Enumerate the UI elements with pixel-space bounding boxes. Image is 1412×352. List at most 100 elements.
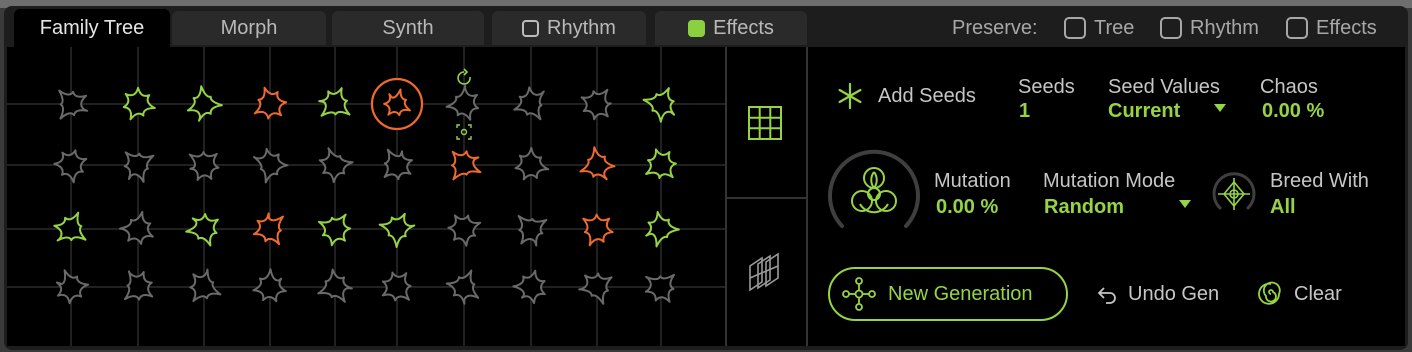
family-tree-grid[interactable] [7,47,725,346]
tab-label: Family Tree [39,16,145,39]
creature-shape [122,86,156,121]
spiral-icon [1258,281,1281,305]
tree-node-gray[interactable] [124,270,154,301]
tree-node-gray[interactable] [119,211,154,245]
tree-node-green[interactable] [122,86,156,121]
chevron-down-icon[interactable] [1178,199,1192,209]
creature-shape [318,147,354,184]
layers-icon [749,252,779,292]
tree-node-gray[interactable] [318,147,354,184]
tree-node-gray[interactable] [123,151,155,183]
creature-shape [55,269,90,305]
creature-shape [447,214,482,247]
preserve-label: Preserve: [952,16,1038,39]
add-seeds-button[interactable]: Add Seeds [836,82,976,110]
tree-node-selected[interactable] [370,77,424,131]
rhythm-checkbox[interactable] [522,19,540,37]
breed-with-value[interactable]: All [1270,196,1296,219]
creature-shape [381,271,412,302]
tree-node-gray[interactable] [512,269,546,305]
add-seeds-label: Add Seeds [878,84,976,107]
seed-values-dropdown[interactable]: Current [1108,100,1180,123]
divider [806,47,808,346]
tree-node-green[interactable] [185,213,219,247]
tab-synth[interactable]: Synth [332,11,484,45]
tab-family-tree[interactable]: Family Tree [14,9,170,47]
creature-shape [645,211,680,248]
mutation-mode-dropdown[interactable]: Random [1044,196,1124,219]
breed-with-label: Breed With [1270,170,1369,192]
tab-morph[interactable]: Morph [172,11,326,45]
tab-rhythm[interactable]: Rhythm [492,11,646,45]
preserve-tree-checkbox[interactable]: Tree [1064,11,1134,45]
seeds-label: Seeds [1018,76,1075,98]
biohazard-icon [851,167,897,214]
clear-button[interactable]: Clear [1258,281,1342,307]
tree-node-gray[interactable] [644,273,675,303]
undo-icon [1097,286,1116,304]
clear-label: Clear [1294,282,1342,305]
creature-shape [318,213,352,247]
chaos-label: Chaos [1260,76,1318,98]
tree-node-green[interactable] [318,213,352,247]
tree-node-gray[interactable] [188,151,220,181]
creature-shape [580,88,612,121]
tree-node-gray[interactable] [445,85,480,121]
checkbox-box[interactable] [1160,17,1182,39]
grid-icon [748,106,782,140]
asterisk-icon [838,82,862,110]
creature-shape [123,151,155,183]
creature-shape [188,151,220,181]
tree-node-gray[interactable] [578,272,613,305]
tree-node-green[interactable] [645,211,680,248]
grid-view-button[interactable] [746,104,784,142]
creature-shape [445,269,480,305]
tree-node-orange[interactable] [582,213,614,247]
mutation-knob[interactable] [824,144,924,244]
preserve-effects-checkbox[interactable]: Effects [1286,11,1377,45]
tree-node-green[interactable] [645,148,677,179]
tree-node-gray[interactable] [55,269,90,305]
seeds-value[interactable]: 1 [1019,100,1030,123]
tree-node-gray[interactable] [189,268,222,302]
tree-node-gray[interactable] [53,149,88,184]
creature-shape [578,272,613,305]
tree-node-gray[interactable] [383,148,413,181]
mutation-label: Mutation [934,170,1011,192]
tree-node-gray[interactable] [252,268,287,303]
creature-shape [512,269,546,305]
layers-view-button[interactable] [746,252,786,292]
checkbox-label: Tree [1094,16,1135,39]
checkbox-box[interactable] [1286,17,1308,39]
preserve-rhythm-checkbox[interactable]: Rhythm [1160,11,1259,45]
tree-node-gray[interactable] [580,88,612,121]
undo-gen-button[interactable]: Undo Gen [1096,283,1219,306]
mutation-value[interactable]: 0.00 % [936,196,998,219]
chevron-down-icon[interactable] [1213,103,1227,113]
tree-node-gray[interactable] [517,215,548,247]
creature-shape [383,148,413,181]
creature-shape [642,87,676,123]
tree-node-green[interactable] [53,211,87,242]
chaos-value[interactable]: 0.00 % [1262,100,1324,123]
tree-node-green[interactable] [378,212,416,248]
tab-effects[interactable]: Effects [655,11,807,45]
tab-label: Morph [220,16,278,39]
tree-node-gray[interactable] [381,271,412,302]
molecule-icon [842,277,876,311]
tree-node-gray[interactable] [445,269,480,305]
creature-shape [645,148,677,179]
new-generation-button[interactable]: New Generation [828,267,1068,321]
effects-checkbox[interactable] [688,19,706,37]
creature-shape [53,211,87,242]
creature-shape [124,270,154,301]
tree-node-gray[interactable] [447,214,482,247]
breed-knob[interactable] [1210,170,1258,218]
tree-node-green[interactable] [642,87,676,123]
creature-shape [252,268,287,303]
tree-node-gray[interactable] [514,146,550,181]
checkbox-box[interactable] [1064,17,1086,39]
tree-node-orange[interactable] [579,146,616,181]
creature-shape [378,212,416,248]
creature-shape [644,273,675,303]
